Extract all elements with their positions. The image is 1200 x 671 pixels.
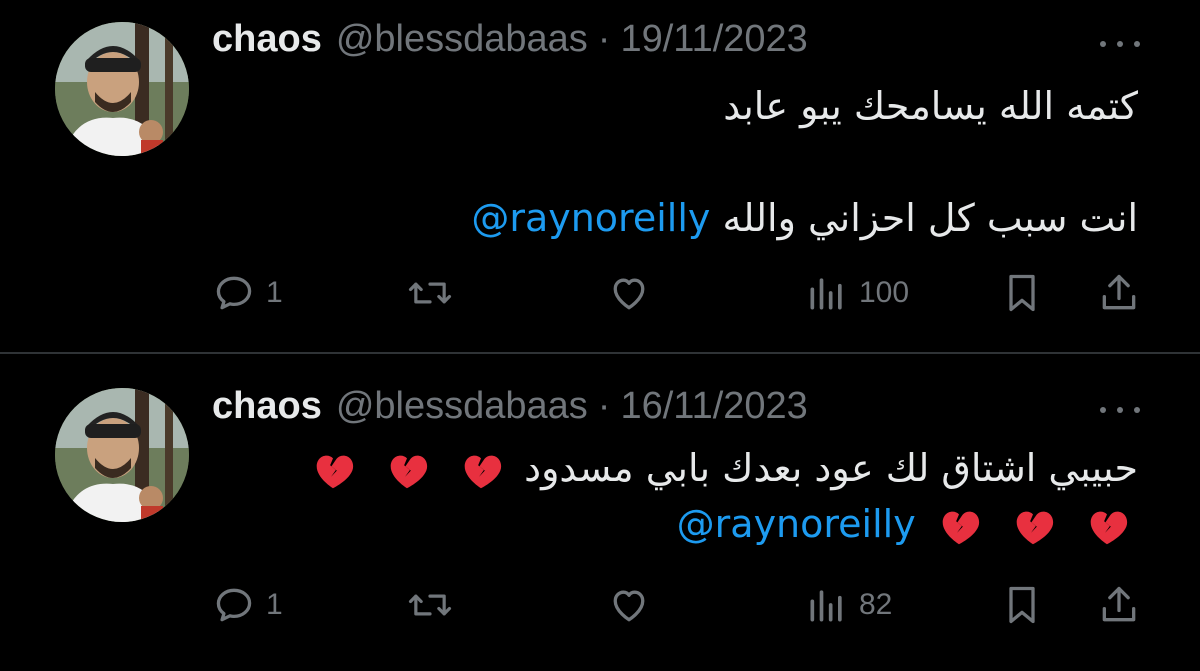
views-button[interactable]: 82 (805, 580, 892, 630)
tweet-header: chaos @blessdabaas · 19/11/2023 (212, 18, 808, 68)
retweet-button[interactable] (407, 580, 453, 630)
avatar[interactable] (55, 388, 189, 522)
display-name[interactable]: chaos (212, 18, 322, 61)
tweet-date[interactable]: 16/11/2023 (620, 385, 807, 428)
bookmark-button[interactable] (1000, 580, 1044, 630)
reply-count: 1 (266, 588, 283, 621)
tweet-text-line: @raynoreilly (212, 496, 1138, 552)
tweet-text-segment: انت سبب كل احزاني والله (722, 196, 1138, 240)
like-button[interactable] (607, 580, 651, 630)
reply-icon (216, 276, 252, 310)
bookmark-icon (1009, 274, 1035, 312)
bookmark-icon (1009, 586, 1035, 624)
tweet[interactable]: chaos @blessdabaas · 19/11/2023 كتمه الل… (0, 0, 1200, 352)
mention-link[interactable]: @raynoreilly (677, 502, 916, 546)
reply-icon (216, 588, 252, 622)
tweet-text-line: كتمه الله يسامحك يبو عابد (723, 84, 1138, 128)
reply-button[interactable]: 1 (212, 580, 283, 630)
share-button[interactable] (1097, 580, 1141, 630)
mention-link[interactable]: @raynoreilly (471, 196, 710, 240)
broken-heart-icon (942, 511, 979, 544)
like-icon (613, 278, 645, 310)
user-handle[interactable]: @blessdabaas (336, 385, 588, 428)
retweet-icon (408, 594, 452, 616)
bookmark-button[interactable] (1000, 268, 1044, 318)
retweet-button[interactable] (407, 268, 453, 318)
views-icon (810, 590, 842, 622)
broken-heart-icon (390, 455, 428, 488)
share-icon (1102, 274, 1136, 310)
avatar-photo (55, 388, 189, 522)
like-button[interactable] (607, 268, 651, 318)
broken-heart-icon (1016, 511, 1054, 544)
tweet-header: chaos @blessdabaas · 16/11/2023 (212, 385, 808, 435)
separator-dot: · (597, 18, 611, 60)
avatar[interactable] (55, 22, 189, 156)
broken-heart-icon (464, 455, 502, 488)
tweet-text: كتمه الله يسامحك يبو عابد انت سبب كل احز… (212, 78, 1138, 246)
views-count: 100 (859, 276, 910, 309)
broken-heart-icon (1090, 511, 1128, 544)
views-count: 82 (859, 588, 893, 621)
emoji-group (302, 446, 512, 490)
display-name[interactable]: chaos (212, 385, 322, 428)
reply-button[interactable]: 1 (212, 268, 283, 318)
tweet-text-line: انت سبب كل احزاني والله @raynoreilly (212, 190, 1138, 246)
tweet-date[interactable]: 19/11/2023 (620, 18, 807, 61)
share-button[interactable] (1097, 268, 1141, 318)
user-handle[interactable]: @blessdabaas (336, 18, 588, 61)
views-button[interactable]: 100 (805, 268, 909, 318)
broken-heart-icon (316, 455, 353, 488)
views-icon (810, 278, 842, 310)
separator-dot: · (597, 385, 611, 427)
tweet-actions: 1 100 (212, 268, 1140, 318)
more-icon[interactable] (1100, 400, 1140, 420)
tweet-text-line: حبيبي اشتاق لك عود بعدك بابي مسدود (212, 440, 1138, 496)
tweet-text: حبيبي اشتاق لك عود بعدك بابي مسدود @rayn… (212, 440, 1138, 552)
reply-count: 1 (266, 276, 283, 309)
retweet-icon (408, 282, 452, 304)
like-icon (613, 590, 645, 622)
emoji-group (916, 502, 1138, 546)
more-icon[interactable] (1100, 34, 1140, 54)
tweet[interactable]: chaos @blessdabaas · 16/11/2023 حبيبي اش… (0, 352, 1200, 671)
tweet-actions: 1 82 (212, 580, 1140, 630)
share-icon (1102, 586, 1136, 622)
tweet-text-segment: حبيبي اشتاق لك عود بعدك بابي مسدود (524, 446, 1138, 490)
avatar-photo (55, 22, 189, 156)
